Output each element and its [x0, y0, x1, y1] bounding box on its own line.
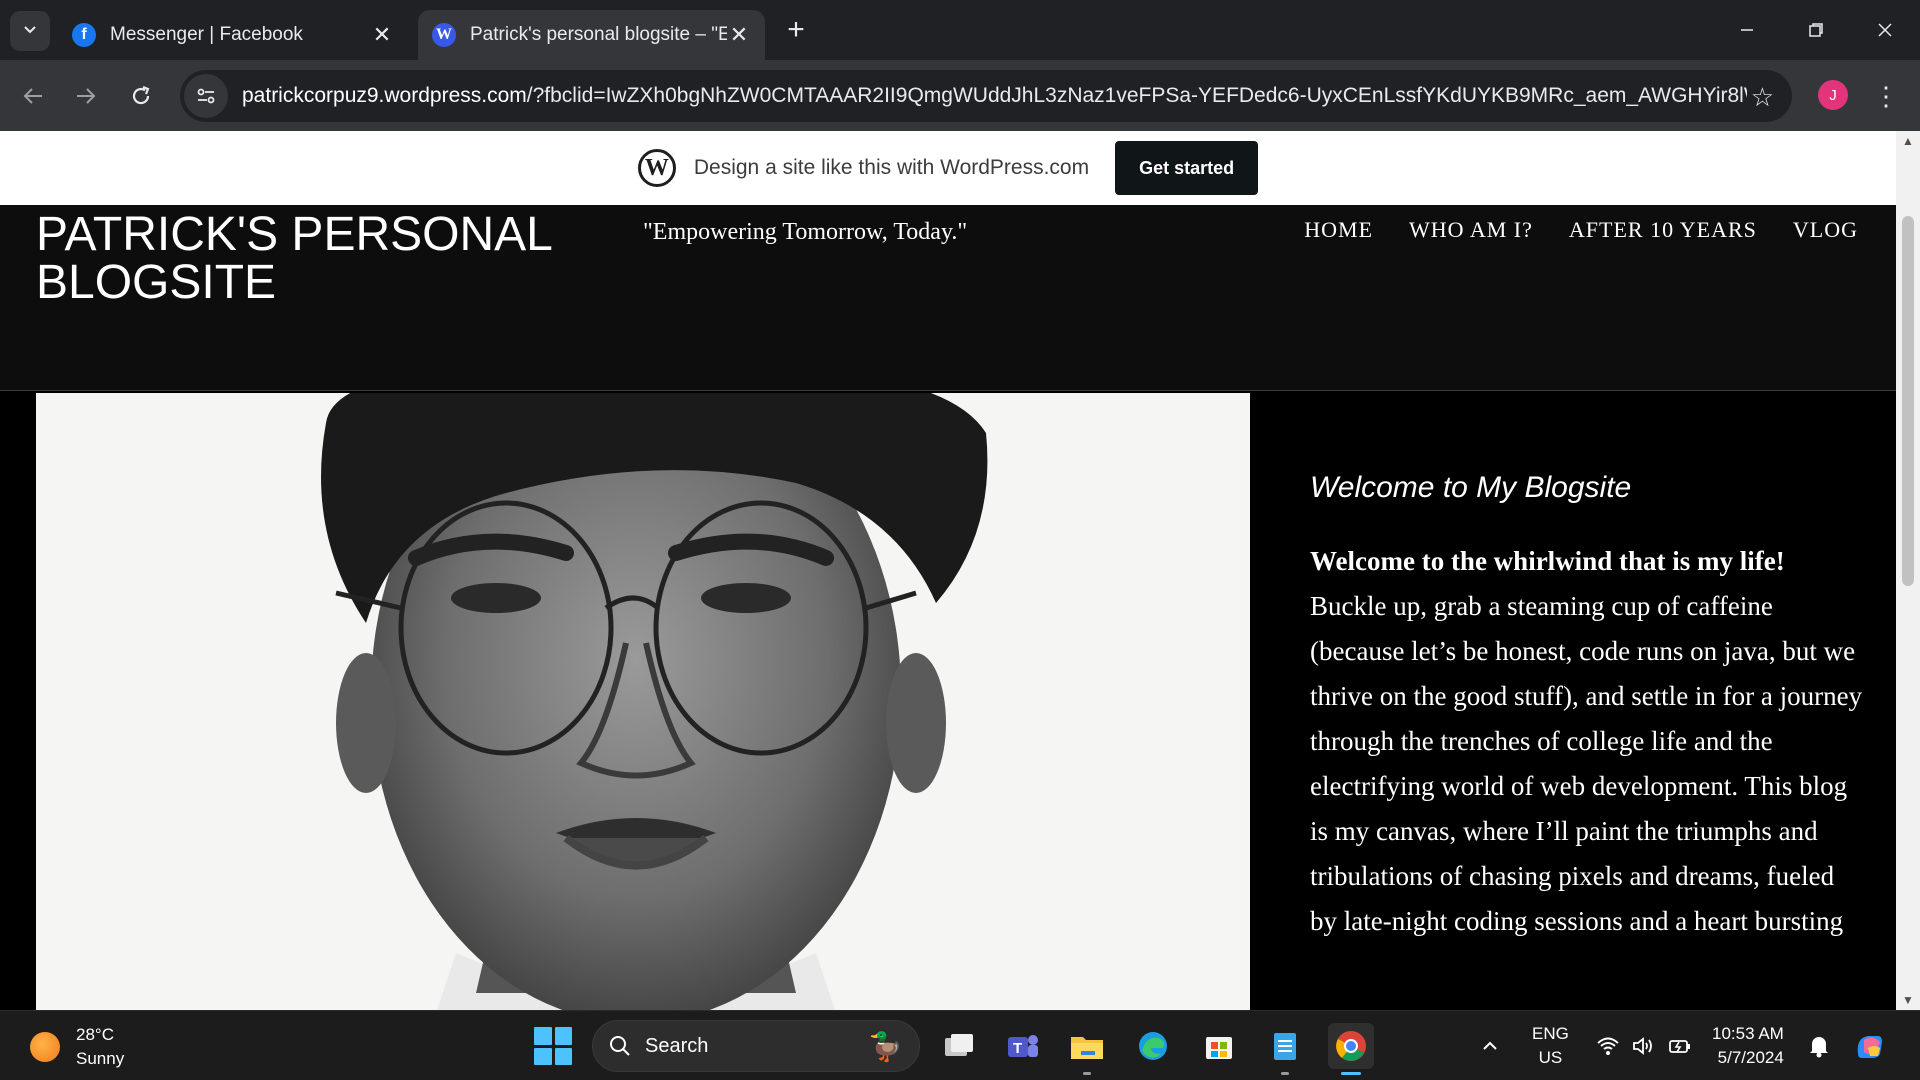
microsoft-store-icon[interactable] — [1196, 1023, 1242, 1069]
running-indicator — [1083, 1072, 1091, 1075]
restore-button[interactable] — [1793, 10, 1839, 50]
volume-icon — [1633, 1037, 1652, 1055]
nav-home[interactable]: HOME — [1304, 217, 1373, 243]
scroll-down-icon[interactable]: ▼ — [1896, 990, 1920, 1010]
new-tab-button[interactable]: + — [780, 13, 812, 46]
clock[interactable]: 10:53 AM 5/7/2024 — [1712, 1011, 1784, 1080]
arrow-left-icon — [23, 88, 42, 104]
taskbar-search[interactable]: Search 🦆 — [592, 1020, 920, 1072]
tab-search-button[interactable] — [10, 11, 50, 51]
post-body-text: Buckle up, grab a steaming cup of caffei… — [1310, 591, 1863, 936]
back-button[interactable] — [13, 76, 53, 116]
bookmark-star-icon[interactable]: ☆ — [1751, 82, 1774, 113]
chrome-icon[interactable] — [1328, 1023, 1374, 1075]
tab-title: Messenger | Facebook — [110, 24, 303, 45]
scroll-up-icon[interactable]: ▲ — [1896, 131, 1920, 151]
page-viewport: W Design a site like this with WordPress… — [0, 131, 1896, 1010]
primary-nav: HOME WHO AM I? AFTER 10 YEARS VLOG — [1304, 217, 1858, 243]
nav-vlog[interactable]: VLOG — [1793, 217, 1858, 243]
tab-blogsite[interactable]: W Patrick's personal blogsite – "Em ✕ — [418, 10, 765, 60]
wordpress-icon: W — [432, 23, 456, 47]
portrait-illustration — [36, 393, 1250, 1010]
welcome-post: Welcome to My Blogsite Welcome to the wh… — [1310, 471, 1866, 944]
site-header: PATRICK'S PERSONAL BLOGSITE "Empowering … — [0, 205, 1896, 391]
notification-bell-icon[interactable] — [1808, 1011, 1830, 1080]
wifi-icon — [1597, 1037, 1619, 1055]
url-domain: patrickcorpuz9.wordpress.com — [242, 84, 527, 107]
minimize-icon — [1741, 29, 1753, 31]
site-info-icon[interactable] — [184, 74, 228, 118]
minimize-button[interactable] — [1724, 10, 1770, 50]
page-scrollbar[interactable]: ▲ ▼ — [1896, 131, 1920, 1010]
wp-banner-text[interactable]: Design a site like this with WordPress.c… — [694, 156, 1089, 180]
weather-desc: Sunny — [76, 1049, 125, 1068]
site-tagline: "Empowering Tomorrow, Today." — [643, 219, 968, 245]
search-icon — [610, 1036, 630, 1056]
facebook-icon: f — [72, 23, 96, 47]
task-view-icon[interactable] — [936, 1023, 982, 1069]
edge-icon[interactable] — [1130, 1023, 1176, 1069]
clock-time: 10:53 AM — [1712, 1024, 1784, 1043]
get-started-button[interactable]: Get started — [1115, 141, 1259, 195]
address-bar[interactable]: patrickcorpuz9.wordpress.com/?fbclid=IwZ… — [180, 70, 1792, 122]
battery-icon — [1669, 1040, 1690, 1053]
quick-settings[interactable] — [1596, 1011, 1692, 1080]
windows-taskbar: 28°C Sunny Search 🦆 T ENG US 10:53 AM 5/… — [0, 1010, 1920, 1080]
url-text[interactable]: patrickcorpuz9.wordpress.com/?fbclid=IwZ… — [242, 84, 1747, 108]
active-indicator — [1341, 1072, 1361, 1075]
tab-strip: f Messenger | Facebook ✕ W Patrick's per… — [0, 0, 1920, 60]
close-icon — [1878, 23, 1892, 37]
reload-button[interactable] — [121, 76, 161, 116]
teams-icon[interactable]: T — [1000, 1023, 1046, 1069]
browser-menu-icon[interactable]: ⋮ — [1872, 78, 1900, 114]
close-window-button[interactable] — [1862, 10, 1908, 50]
chevron-up-icon — [1483, 1041, 1497, 1050]
wordpress-promo-banner: W Design a site like this with WordPress… — [0, 131, 1896, 205]
restore-icon — [1809, 23, 1823, 37]
browser-toolbar: patrickcorpuz9.wordpress.com/?fbclid=IwZ… — [0, 60, 1920, 131]
duck-icon: 🦆 — [868, 1030, 903, 1062]
close-icon[interactable]: ✕ — [727, 22, 751, 47]
file-explorer-icon[interactable] — [1064, 1023, 1110, 1075]
lang-code: ENG — [1532, 1024, 1569, 1043]
weather-temp: 28°C — [76, 1025, 114, 1044]
site-title[interactable]: PATRICK'S PERSONAL BLOGSITE — [36, 211, 596, 307]
scroll-thumb[interactable] — [1902, 216, 1914, 586]
post-lead: Welcome to the whirlwind that is my life… — [1310, 546, 1785, 576]
clock-date: 5/7/2024 — [1717, 1048, 1784, 1067]
language-indicator[interactable]: ENG US — [1532, 1011, 1569, 1080]
hero-portrait-image — [36, 393, 1250, 1010]
notepad-icon[interactable] — [1262, 1023, 1308, 1075]
chevron-down-icon — [22, 21, 38, 42]
show-hidden-icons[interactable] — [1480, 1011, 1500, 1080]
reload-icon — [132, 85, 150, 105]
post-body: Welcome to the whirlwind that is my life… — [1310, 539, 1866, 944]
svg-text:T: T — [1013, 1040, 1022, 1057]
nav-who-am-i[interactable]: WHO AM I? — [1409, 217, 1533, 243]
tab-messenger[interactable]: f Messenger | Facebook ✕ — [58, 10, 408, 60]
search-label: Search — [645, 1034, 709, 1057]
running-indicator — [1281, 1072, 1289, 1075]
weather-widget[interactable]: 28°C Sunny — [30, 1023, 124, 1071]
sun-icon — [30, 1032, 60, 1062]
post-title: Welcome to My Blogsite — [1310, 471, 1632, 504]
copilot-icon[interactable] — [1852, 1011, 1888, 1080]
wordpress-logo-icon[interactable]: W — [637, 149, 676, 187]
url-path: /?fbclid=IwZXh0bgNhZW0CMTAAAR2II9QmgWUdd… — [526, 84, 1747, 107]
profile-avatar[interactable]: J — [1818, 80, 1848, 110]
close-icon[interactable]: ✕ — [370, 22, 394, 47]
windows-start-icon[interactable] — [534, 1027, 572, 1065]
arrow-right-icon — [77, 88, 96, 104]
lang-region: US — [1538, 1048, 1563, 1067]
tab-title: Patrick's personal blogsite – "Em — [470, 24, 727, 45]
nav-after-10-years[interactable]: AFTER 10 YEARS — [1569, 217, 1757, 243]
forward-button[interactable] — [66, 76, 106, 116]
